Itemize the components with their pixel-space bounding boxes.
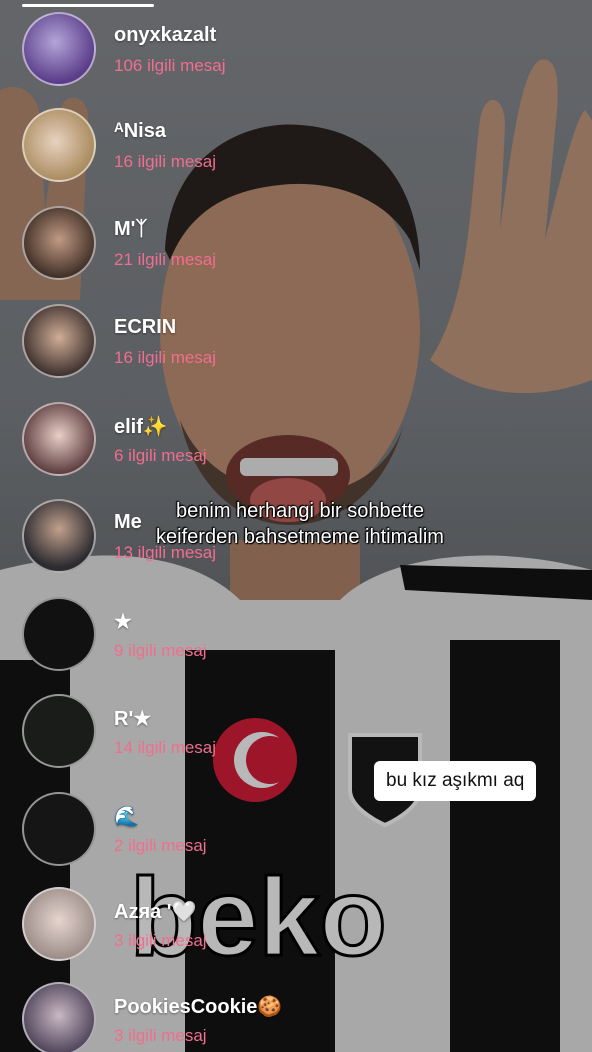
text-sticker: bu kız aşıkmı aq <box>374 761 537 801</box>
chat-name: PookiesCookie🍪 <box>114 996 283 1018</box>
chat-name: Azяa '🤍 <box>114 901 197 923</box>
chat-row[interactable]: onyxkazalt 106 ilgili mesaj <box>22 12 352 92</box>
chat-row[interactable]: ★ 9 ilgili mesaj <box>22 597 352 677</box>
chat-name: elif✨ <box>114 416 168 438</box>
caption-line: benim herhangi bir sohbette <box>176 500 424 522</box>
chat-name: ᴬNisa <box>114 120 166 142</box>
avatar <box>22 887 96 961</box>
chat-message-count: 9 ilgili mesaj <box>114 641 207 660</box>
chat-message-count: 3 ilgili mesaj <box>114 931 207 950</box>
avatar <box>22 694 96 768</box>
chat-name: ECRIN <box>114 316 177 338</box>
progress-indicator <box>22 4 154 7</box>
chat-message-count: 16 ilgili mesaj <box>114 348 217 367</box>
chat-row[interactable]: PookiesCookie🍪 3 ilgili mesaj <box>22 982 352 1052</box>
chat-name: onyxkazalt <box>114 24 217 46</box>
avatar <box>22 206 96 280</box>
chat-message-count: 6 ilgili mesaj <box>114 446 207 465</box>
avatar <box>22 982 96 1052</box>
chat-row[interactable]: ᴬNisa 16 ilgili mesaj <box>22 108 352 188</box>
chat-row[interactable]: R'★ 14 ilgili mesaj <box>22 694 352 774</box>
avatar <box>22 108 96 182</box>
chat-row[interactable]: 🌊 2 ilgili mesaj <box>22 792 352 872</box>
avatar <box>22 12 96 86</box>
chat-name: R'★ <box>114 708 152 730</box>
chat-message-count: 3 ilgili mesaj <box>114 1026 207 1045</box>
caption-line: keiferden bahsetmeme ihtimalim <box>156 526 444 548</box>
chat-message-count: 21 ilgili mesaj <box>114 250 217 269</box>
chat-name: M'ᛉ <box>114 218 148 240</box>
chat-name: ★ <box>114 611 132 633</box>
avatar <box>22 402 96 476</box>
avatar <box>22 499 96 573</box>
chat-message-count: 2 ilgili mesaj <box>114 836 207 855</box>
chat-name: 🌊 <box>114 806 139 828</box>
avatar <box>22 597 96 671</box>
avatar <box>22 792 96 866</box>
video-caption: benim herhangi bir sohbette keiferden ba… <box>95 498 505 550</box>
video-screen: beko onyxkazalt 106 ilgili mesaj ᴬNisa 1… <box>0 0 592 1052</box>
chat-message-count: 14 ilgili mesaj <box>114 738 217 757</box>
chat-row[interactable]: M'ᛉ 21 ilgili mesaj <box>22 206 352 286</box>
chat-row[interactable]: elif✨ 6 ilgili mesaj <box>22 402 352 482</box>
chat-message-count: 106 ilgili mesaj <box>114 56 226 75</box>
chat-message-count: 16 ilgili mesaj <box>114 152 217 171</box>
avatar <box>22 304 96 378</box>
chat-row[interactable]: ECRIN 16 ilgili mesaj <box>22 304 352 384</box>
chat-row[interactable]: Azяa '🤍 3 ilgili mesaj <box>22 887 352 967</box>
